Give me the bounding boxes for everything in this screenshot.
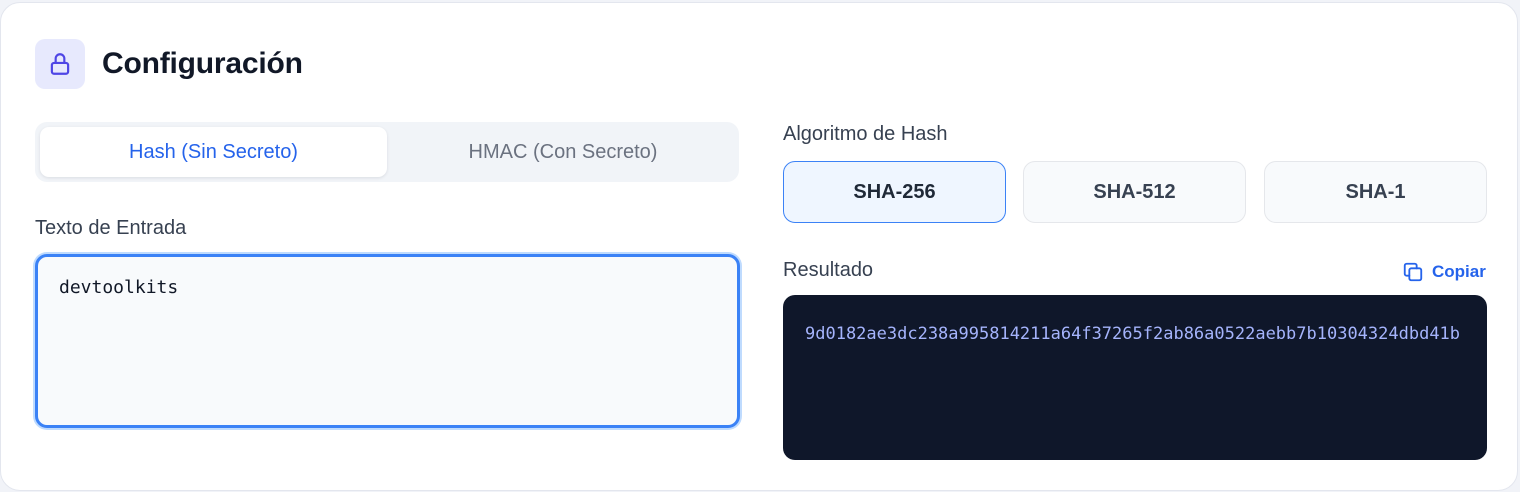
algo-sha512-button[interactable]: SHA-512 (1023, 161, 1246, 223)
copy-label: Copiar (1432, 262, 1486, 281)
copy-button[interactable]: Copiar (1402, 259, 1486, 285)
tab-hmac[interactable]: HMAC (Con Secreto) (392, 127, 734, 177)
configuration-card: Configuración Hash (Sin Secreto) HMAC (C… (0, 2, 1518, 491)
algorithm-label: Algoritmo de Hash (783, 123, 948, 145)
algo-sha1-button[interactable]: SHA-1 (1264, 161, 1487, 223)
input-label: Texto de Entrada (35, 217, 187, 239)
result-output: 9d0182ae3dc238a995814211a64f37265f2ab86a… (783, 295, 1487, 460)
mode-tabs: Hash (Sin Secreto) HMAC (Con Secreto) (35, 122, 739, 182)
result-label: Resultado (783, 259, 874, 281)
copy-icon (1402, 261, 1424, 283)
input-textarea[interactable]: devtoolkits (35, 254, 740, 428)
algo-sha256-button[interactable]: SHA-256 (783, 161, 1006, 223)
tab-hash[interactable]: Hash (Sin Secreto) (40, 127, 387, 177)
lock-icon (35, 39, 85, 89)
page-title: Configuración (102, 47, 303, 80)
